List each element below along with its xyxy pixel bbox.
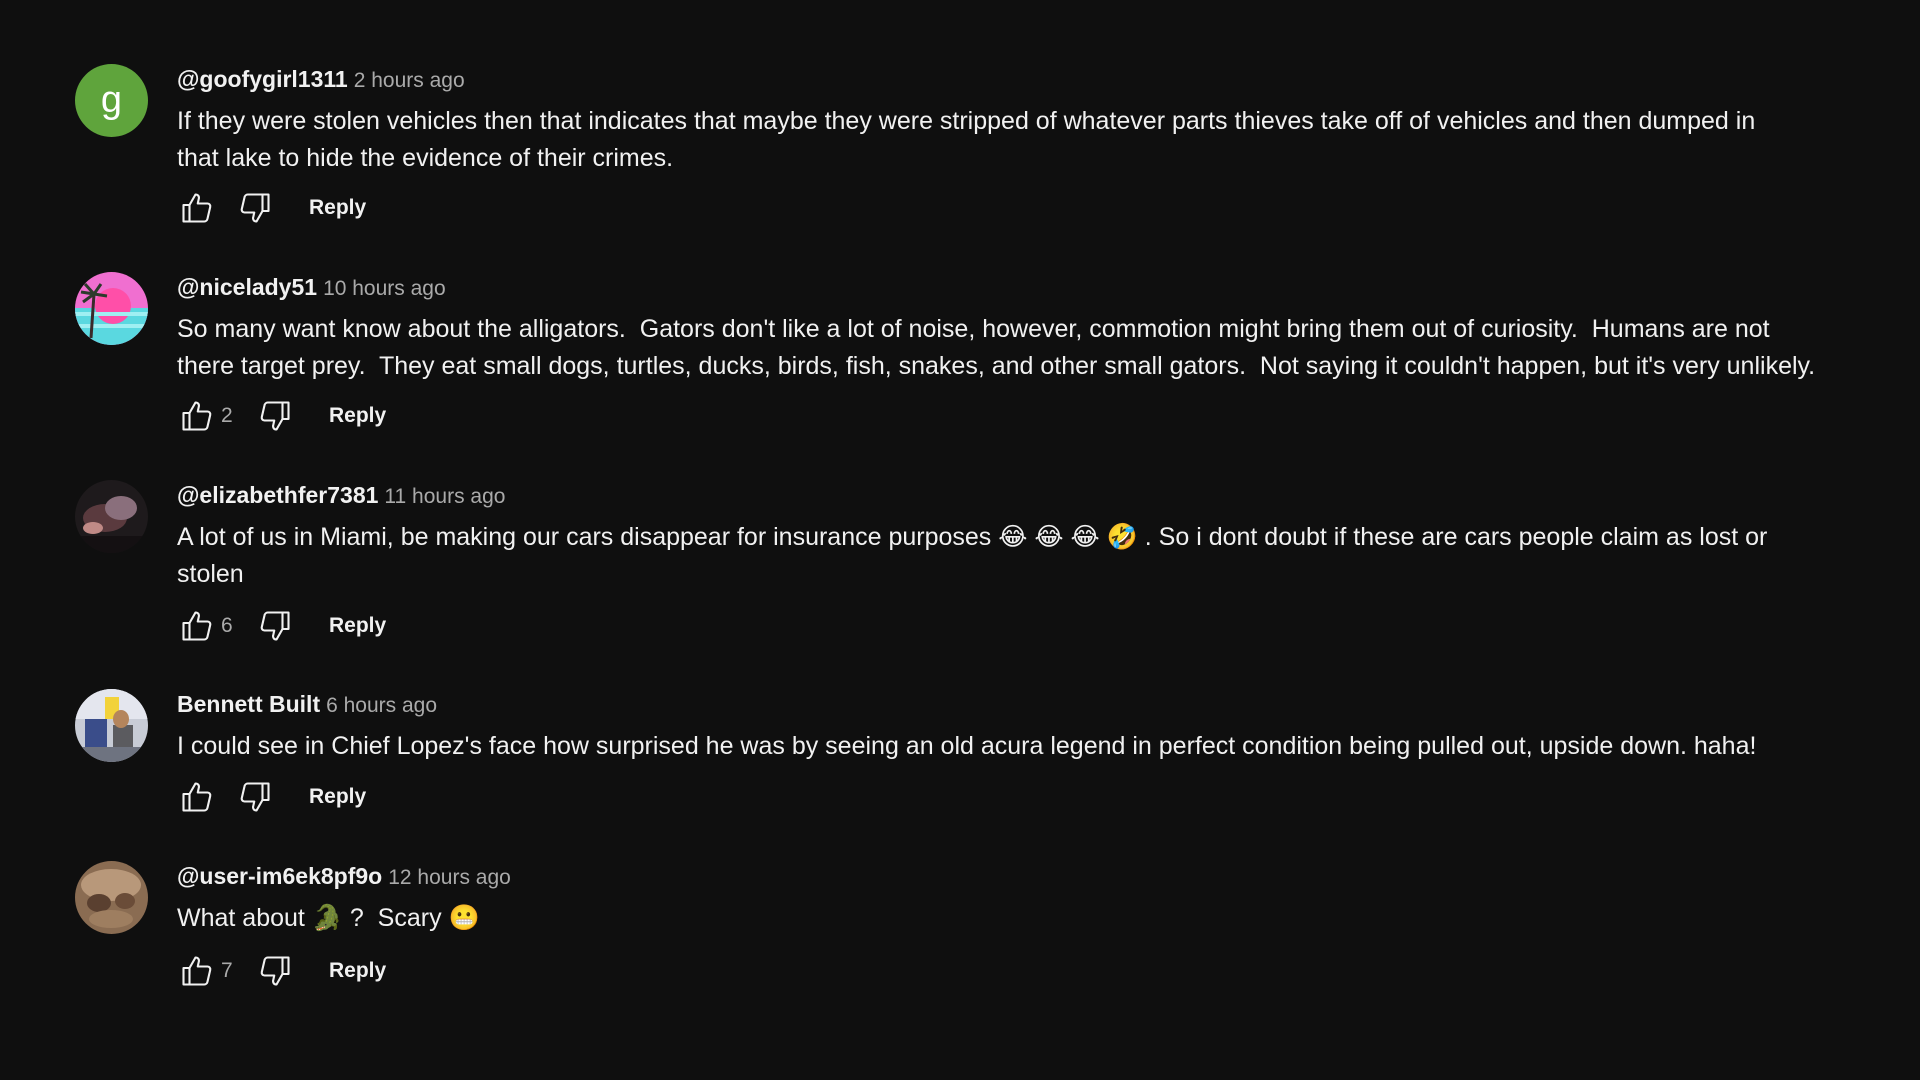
comment-header: @user-im6ek8pf9o 12 hours ago — [177, 861, 1920, 891]
comment-time[interactable]: 6 hours ago — [326, 694, 437, 717]
like-button[interactable] — [177, 396, 217, 436]
avatar[interactable] — [75, 272, 148, 345]
comment-text-line: stolen — [177, 560, 244, 588]
comment-header: Bennett Built 6 hours ago — [177, 689, 1920, 719]
dislike-button[interactable] — [235, 777, 275, 817]
comment-time[interactable]: 11 hours ago — [384, 485, 505, 508]
thumbs-up-icon — [182, 401, 212, 431]
comment-author[interactable]: @nicelady51 — [177, 274, 317, 300]
reply-button[interactable]: Reply — [329, 614, 386, 638]
comment-text: If they were stolen vehicles then that i… — [177, 103, 1920, 177]
thumbs-up-icon — [182, 611, 212, 641]
comment-text: So many want know about the alligators. … — [177, 311, 1920, 385]
comment-actions: 2 Reply — [177, 396, 386, 436]
comment-text: I could see in Chief Lopez's face how su… — [177, 728, 1920, 765]
comment-text-line: So many want know about the alligators. … — [177, 315, 1770, 343]
comment-text-line: If they were stolen vehicles then that i… — [177, 107, 1756, 135]
like-count: 2 — [221, 404, 233, 427]
comments-section: g @goofygirl1311 2 hours ago If they were… — [0, 0, 1920, 1080]
comment-author[interactable]: @elizabethfer7381 — [177, 482, 378, 508]
comment-author[interactable]: Bennett Built — [177, 691, 320, 717]
comment-text-line: What about 🐊 ? Scary 😬 — [177, 904, 480, 932]
comment-header: @goofygirl1311 2 hours ago — [177, 64, 1920, 94]
like-count: 7 — [221, 959, 233, 982]
comment-text-line: I could see in Chief Lopez's face how su… — [177, 732, 1757, 760]
comment-time[interactable]: 10 hours ago — [323, 277, 446, 300]
reply-button[interactable]: Reply — [309, 785, 366, 809]
dislike-button[interactable] — [255, 396, 295, 436]
comment-actions: Reply — [177, 188, 366, 228]
avatar-image — [75, 480, 148, 553]
thumbs-up-icon — [182, 193, 212, 223]
comment-text-line: A lot of us in Miami, be making our cars… — [177, 523, 1768, 551]
like-button[interactable] — [177, 951, 217, 991]
dislike-button[interactable] — [235, 188, 275, 228]
comment-actions: 6 Reply — [177, 606, 386, 646]
thumbs-up-icon — [182, 956, 212, 986]
thumbs-down-icon — [240, 193, 270, 223]
avatar[interactable]: g — [75, 64, 148, 137]
thumbs-down-icon — [240, 782, 270, 812]
avatar[interactable] — [75, 689, 148, 762]
avatar-image — [75, 689, 148, 762]
comment-text: What about 🐊 ? Scary 😬 — [177, 900, 1920, 937]
dislike-button[interactable] — [255, 606, 295, 646]
reply-button[interactable]: Reply — [309, 196, 366, 220]
comment-actions: Reply — [177, 777, 366, 817]
comment-text: A lot of us in Miami, be making our cars… — [177, 519, 1920, 593]
thumbs-up-icon — [182, 782, 212, 812]
comment-actions: 7 Reply — [177, 951, 386, 991]
like-button[interactable] — [177, 777, 217, 817]
comment-header: @elizabethfer7381 11 hours ago — [177, 480, 1920, 510]
dislike-button[interactable] — [255, 951, 295, 991]
avatar[interactable] — [75, 480, 148, 553]
avatar-letter: g — [100, 79, 123, 121]
avatar-image — [75, 272, 148, 345]
comment-time[interactable]: 12 hours ago — [388, 866, 511, 889]
like-button[interactable] — [177, 606, 217, 646]
comment-text-line: that lake to hide the evidence of their … — [177, 144, 674, 172]
reply-button[interactable]: Reply — [329, 404, 386, 428]
thumbs-down-icon — [260, 611, 290, 641]
comment-author[interactable]: @goofygirl1311 — [177, 66, 348, 92]
comment-text-line: there target prey. They eat small dogs, … — [177, 352, 1816, 380]
thumbs-down-icon — [260, 401, 290, 431]
avatar-image — [75, 861, 148, 934]
like-count: 6 — [221, 614, 233, 637]
comment-header: @nicelady51 10 hours ago — [177, 272, 1920, 302]
comment-author[interactable]: @user-im6ek8pf9o — [177, 863, 382, 889]
thumbs-down-icon — [260, 956, 290, 986]
like-button[interactable] — [177, 188, 217, 228]
avatar[interactable] — [75, 861, 148, 934]
reply-button[interactable]: Reply — [329, 959, 386, 983]
comment-time[interactable]: 2 hours ago — [354, 69, 465, 92]
